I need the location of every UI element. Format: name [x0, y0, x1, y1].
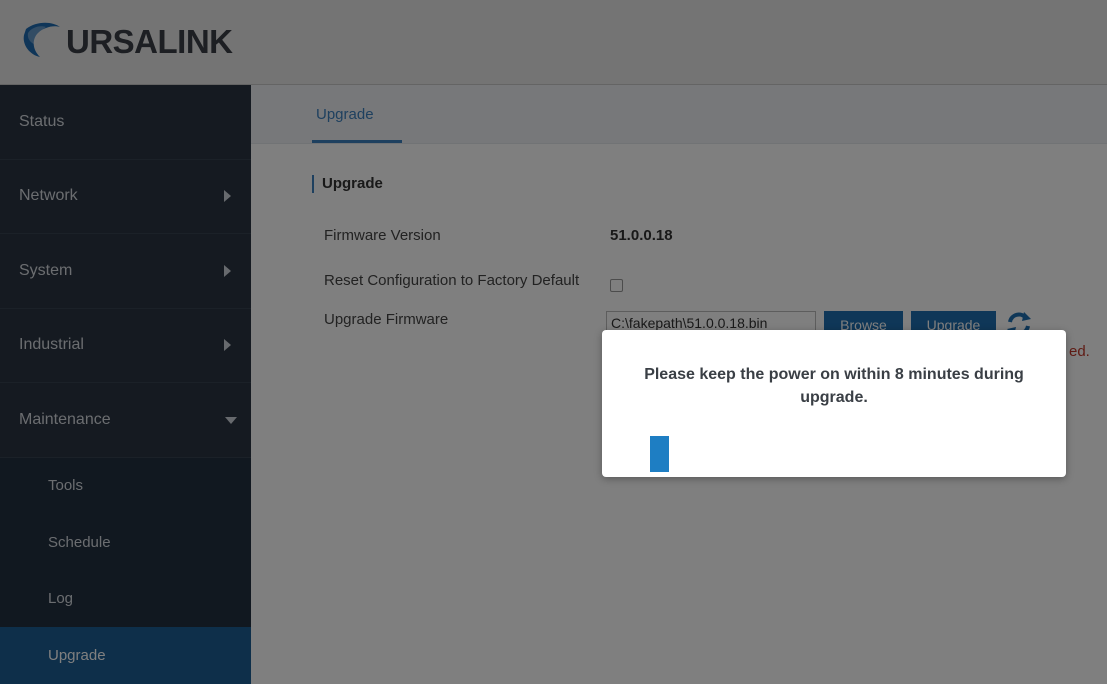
upgrade-progress-dialog: Please keep the power on within 8 minute…	[602, 330, 1066, 477]
upgrade-progress-bar	[650, 436, 669, 472]
dialog-message: Please keep the power on within 8 minute…	[644, 366, 1024, 406]
